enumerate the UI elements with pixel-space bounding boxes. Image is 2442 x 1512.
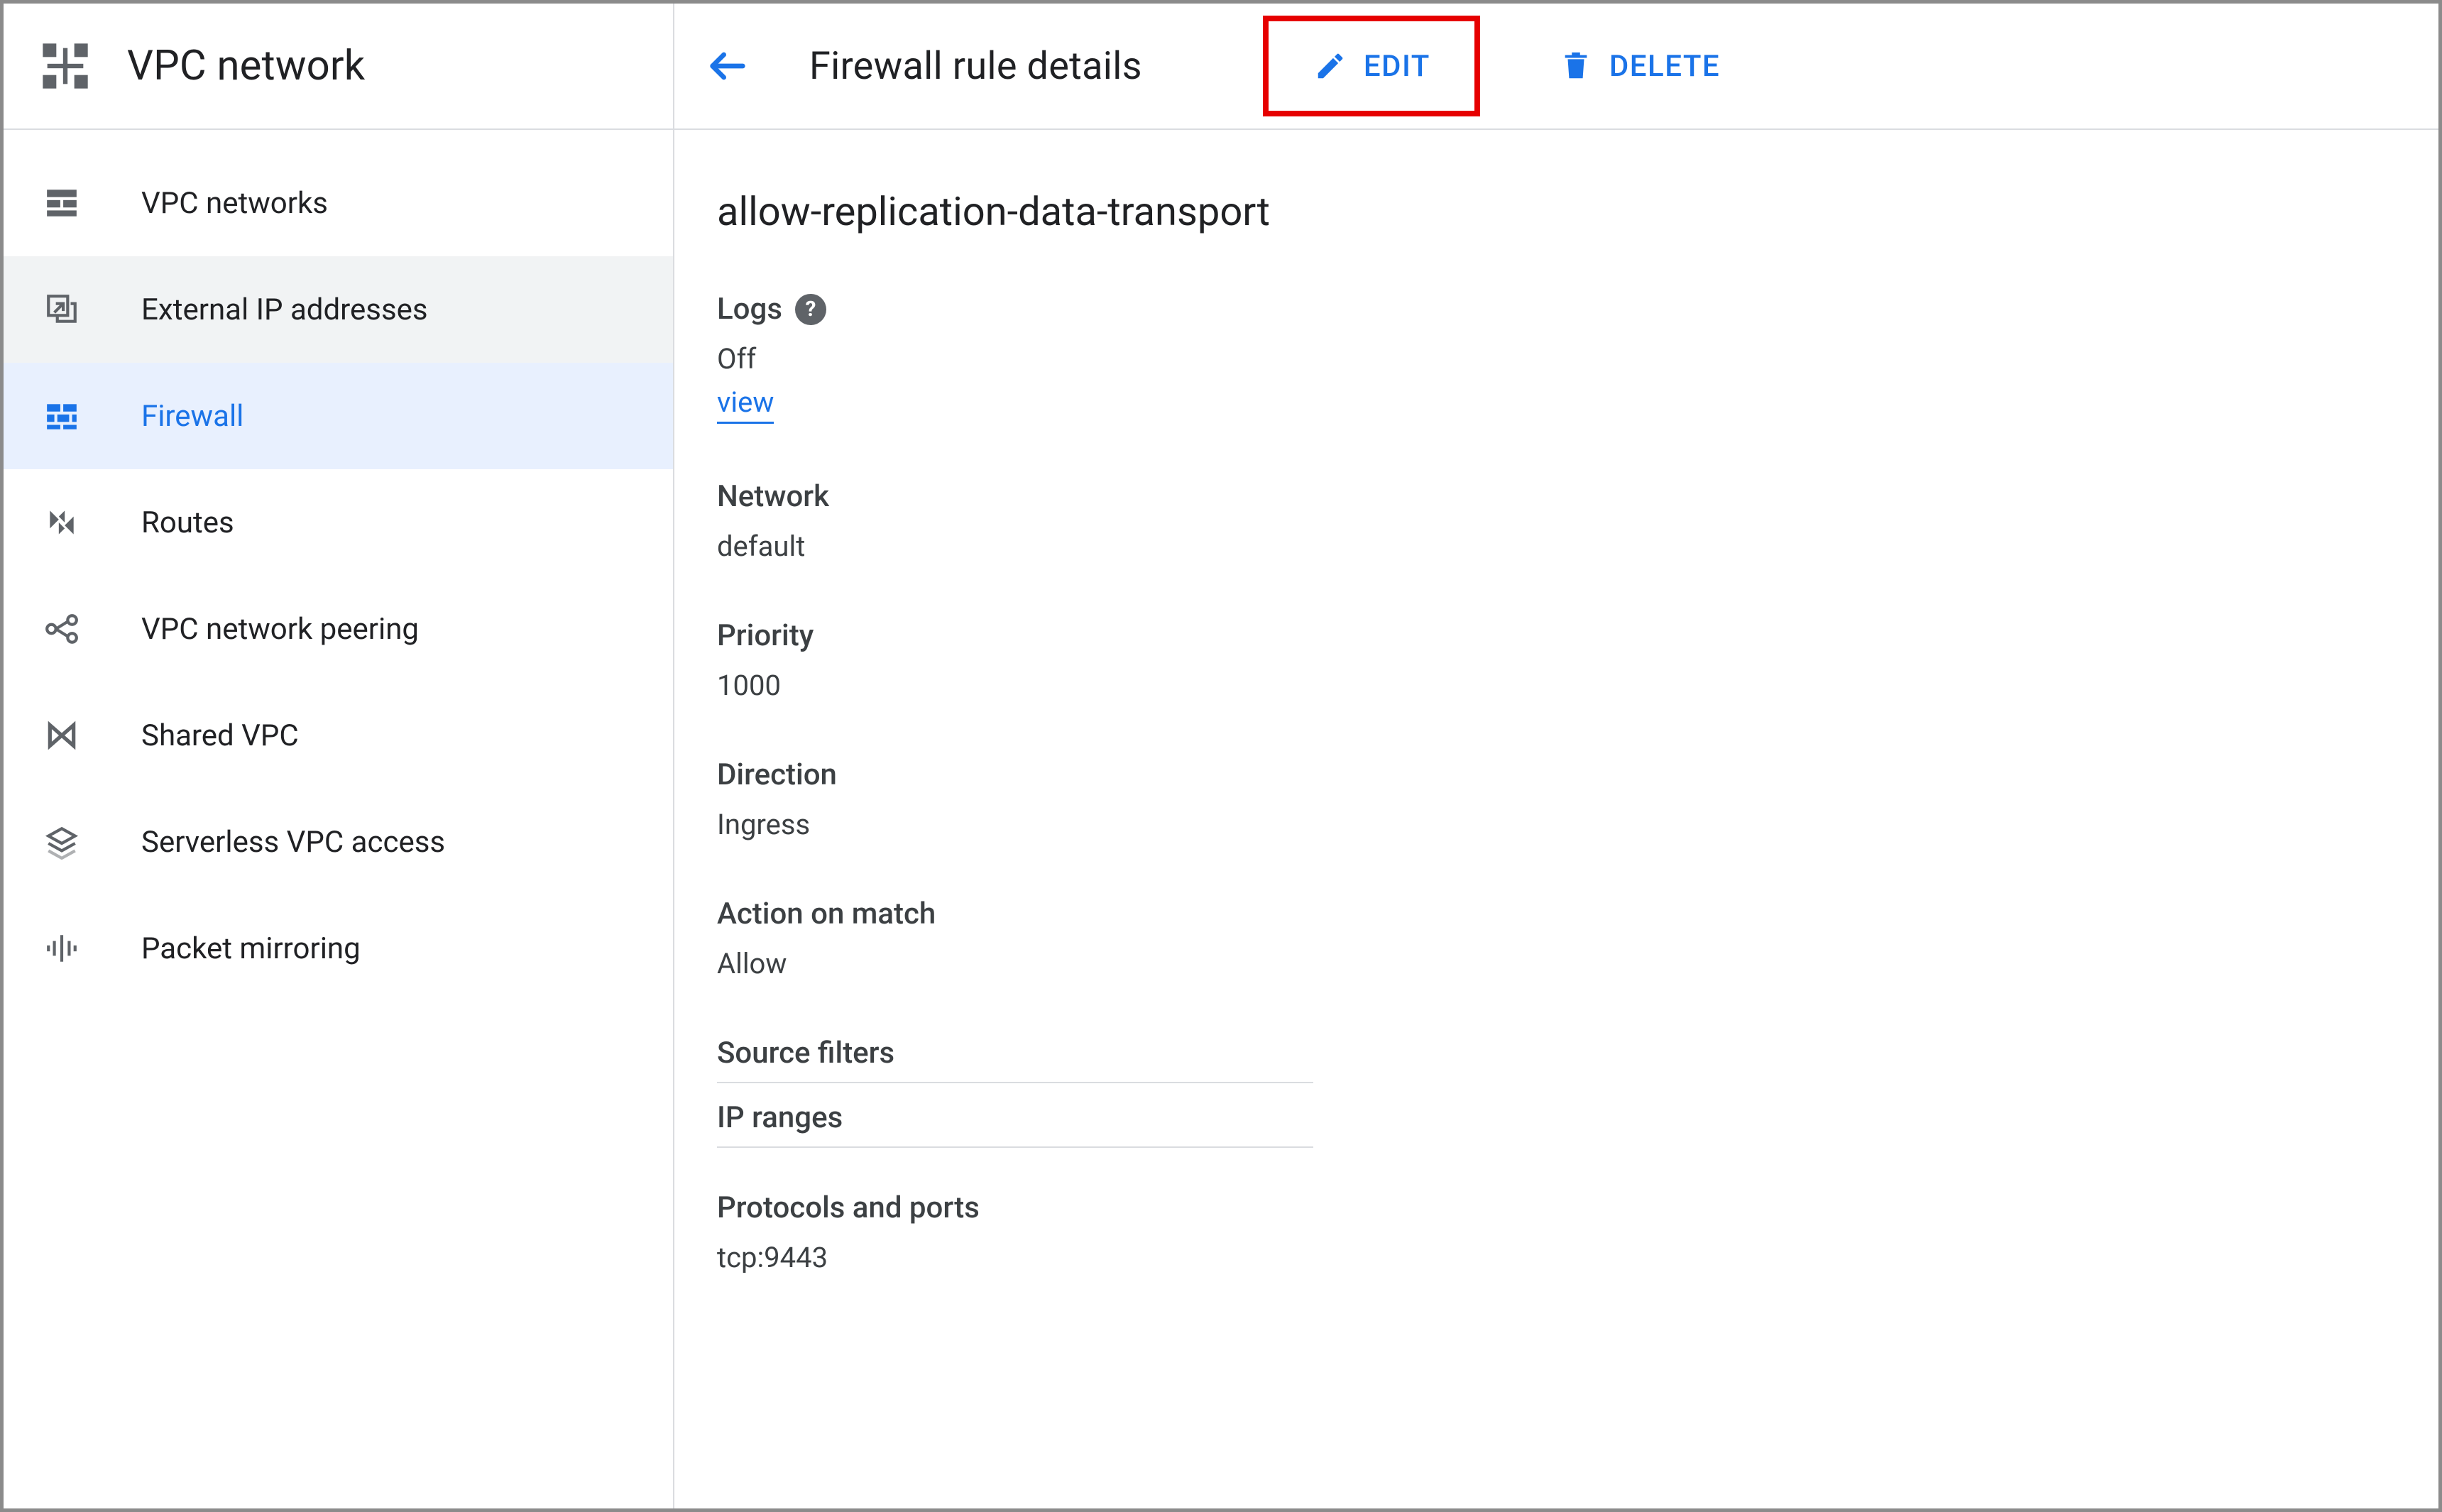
sidebar-item-label: Shared VPC — [141, 718, 299, 753]
topbar-actions: EDIT DELETE — [1263, 16, 1734, 116]
sidebar-item-label: Serverless VPC access — [141, 825, 445, 860]
packet-mirroring-icon — [40, 927, 83, 970]
protocols-label: Protocols and ports — [717, 1190, 2438, 1225]
network-value: default — [717, 530, 2438, 563]
protocols-value: tcp:9443 — [717, 1241, 2438, 1274]
serverless-vpc-icon — [40, 821, 83, 863]
source-filters-ip-ranges: IP ranges — [717, 1083, 1313, 1148]
logs-view-link[interactable]: view — [717, 385, 774, 424]
network-label: Network — [717, 479, 2438, 514]
trash-icon — [1558, 48, 1594, 84]
direction-label: Direction — [717, 757, 2438, 792]
arrow-left-icon — [705, 43, 750, 89]
sidebar-nav: VPC networks External IP addresses — [4, 130, 673, 1002]
sidebar-item-firewall[interactable]: Firewall — [4, 363, 673, 469]
sidebar-item-routes[interactable]: Routes — [4, 469, 673, 576]
content: allow-replication-data-transport Logs ? … — [674, 130, 2438, 1330]
sidebar-item-peering[interactable]: VPC network peering — [4, 576, 673, 682]
shared-vpc-icon — [40, 714, 83, 757]
field-source-filters: Source filters IP ranges — [717, 1036, 2438, 1148]
delete-label: DELETE — [1609, 49, 1720, 84]
sidebar-item-shared-vpc[interactable]: Shared VPC — [4, 682, 673, 789]
sidebar-item-packet-mirroring[interactable]: Packet mirroring — [4, 895, 673, 1002]
sidebar-header: VPC network — [4, 4, 673, 130]
firewall-icon — [40, 395, 83, 437]
sidebar-item-label: Firewall — [141, 399, 243, 434]
field-direction: Direction Ingress — [717, 757, 2438, 841]
sidebar-title: VPC network — [127, 42, 365, 90]
edit-highlight: EDIT — [1263, 16, 1480, 116]
sidebar-item-label: Routes — [141, 505, 234, 540]
source-filters-label: Source filters — [717, 1036, 1313, 1083]
logs-label: Logs — [717, 292, 782, 327]
sidebar-item-label: VPC networks — [141, 186, 328, 221]
field-protocols: Protocols and ports tcp:9443 — [717, 1190, 2438, 1274]
logs-value: Off — [717, 342, 2438, 376]
peering-icon — [40, 608, 83, 650]
vpc-networks-icon — [40, 182, 83, 224]
field-logs: Logs ? Off view — [717, 292, 2438, 424]
field-priority: Priority 1000 — [717, 618, 2438, 702]
routes-icon — [40, 501, 83, 544]
pencil-icon — [1313, 48, 1348, 84]
field-action: Action on match Allow — [717, 897, 2438, 980]
main: Firewall rule details EDIT — [674, 4, 2438, 1508]
vpc-network-product-icon — [35, 35, 96, 97]
page-title: Firewall rule details — [809, 44, 1142, 89]
priority-label: Priority — [717, 618, 2438, 653]
edit-label: EDIT — [1364, 49, 1430, 84]
back-button[interactable] — [696, 34, 760, 98]
priority-value: 1000 — [717, 669, 2438, 702]
sidebar-item-label: VPC network peering — [141, 612, 419, 647]
rule-name: allow-replication-data-transport — [717, 188, 2438, 235]
sidebar-item-vpc-networks[interactable]: VPC networks — [4, 150, 673, 256]
external-ip-icon — [40, 288, 83, 331]
sidebar: VPC network VPC networks — [4, 4, 674, 1508]
direction-value: Ingress — [717, 808, 2438, 841]
topbar: Firewall rule details EDIT — [674, 4, 2438, 130]
delete-button[interactable]: DELETE — [1544, 40, 1734, 92]
action-label: Action on match — [717, 897, 2438, 931]
sidebar-item-label: Packet mirroring — [141, 931, 361, 966]
field-network: Network default — [717, 479, 2438, 563]
help-icon[interactable]: ? — [795, 294, 826, 325]
sidebar-item-label: External IP addresses — [141, 292, 428, 327]
action-value: Allow — [717, 947, 2438, 980]
sidebar-item-serverless-vpc[interactable]: Serverless VPC access — [4, 789, 673, 895]
sidebar-item-external-ip[interactable]: External IP addresses — [4, 256, 673, 363]
edit-button[interactable]: EDIT — [1298, 40, 1445, 92]
